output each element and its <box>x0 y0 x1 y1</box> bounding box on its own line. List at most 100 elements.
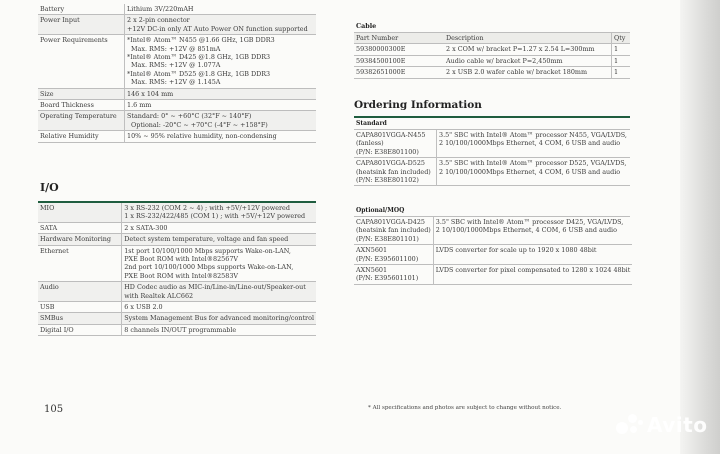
io-table: MIO 3 x RS-232 (COM 2 ~ 4) ; with +5V/+12… <box>38 203 316 336</box>
spec-row: Operating Temperature Standard: 0° ~ +60°… <box>38 110 316 131</box>
io-value: System Management Bus for advanced monit… <box>121 312 316 325</box>
order-model-line: AXN5601 <box>356 266 388 275</box>
io-value: 1st port 10/100/1000 Mbps supports Wake-… <box>122 245 316 282</box>
io-table-grid: MIO 3 x RS-232 (COM 2 ~ 4) ; with +5V/+12… <box>38 203 316 336</box>
cable-block: Cable Part Number Description Qty 593800… <box>354 20 630 79</box>
cable-description: 2 x USB 2.0 wafer cable w/ bracket 180mm <box>446 68 588 77</box>
io-value-line: 8 channels IN/OUT programmable <box>124 325 237 334</box>
cable-description: 2 x COM w/ bracket P=1.27 x 2.54 L=300mm <box>446 45 595 54</box>
spec-label: Power Input <box>38 14 125 35</box>
order-model-line: (heatsink fan included) <box>356 226 431 235</box>
order-description-line: 3.5" SBC with Intel® Atom™ processor N45… <box>439 131 627 139</box>
io-row: SMBus System Management Bus for advanced … <box>38 312 316 325</box>
order-model: CAPA801VGGA-D525 (heatsink fan included)(… <box>354 157 437 186</box>
order-model: CAPA801VGGA-D425 (heatsink fan included)(… <box>354 217 434 245</box>
cable-header-row: Part Number Description Qty <box>354 33 630 44</box>
order-description: LVDS converter for scale up to 1920 x 10… <box>433 245 632 265</box>
spec-value-line: Max. RMS: +12V @ 1.145A <box>131 78 221 87</box>
order-description-line: 2 10/100/1000Mbps Ethernet, 4 COM, 6 USB… <box>439 139 621 148</box>
cable-description: Audio cable w/ bracket P=2,450mm <box>446 56 563 65</box>
io-value-line: HD Codec audio as MIC-in/Line-in/Line-ou… <box>124 283 306 292</box>
io-value-line: PXE Boot ROM with Intel®82583V <box>124 271 238 280</box>
io-value: 8 channels IN/OUT programmable <box>122 324 316 335</box>
order-model-line: (P/N: E395601100) <box>356 254 419 263</box>
io-value: 6 x USB 2.0 <box>122 302 316 313</box>
spec-row: Board Thickness 1.6 mm <box>38 99 317 111</box>
order-model-line: (heatsink fan included) <box>356 167 431 176</box>
spec-value-line: Lithium 3V/220mAH <box>127 5 194 13</box>
order-description-line: 3.5" SBC with Intel® Atom™ processor D52… <box>439 159 627 168</box>
spec-value: *Intel® Atom™ N455 @1.66 GHz, 1GB DDR3 Ma… <box>125 35 317 88</box>
cable-qty: 1 <box>611 43 630 56</box>
io-row: Audio HD Codec audio as MIC-in/Line-in/Li… <box>38 281 316 302</box>
io-label: Ethernet <box>38 245 123 282</box>
spec-value-line: 2 x 2-pin connector <box>127 16 190 25</box>
order-row: CAPA801VGGA-N455 (fanless) (P/N: E38E80110… <box>354 130 630 158</box>
watermark-dots-icon <box>614 410 644 440</box>
spec-value: 146 x 104 mm <box>124 88 316 100</box>
cable-qty: 1 <box>611 55 630 67</box>
io-value-line: 2 x SATA-300 <box>124 223 168 232</box>
spec-value: 10% ~ 95% relative humidity, non-condens… <box>125 131 317 142</box>
order-model-line: (P/N: E38E801101) <box>356 234 419 243</box>
spec-table-grid: Battery Lithium 3V/220mAH Power Input 2 x 2… <box>38 4 316 143</box>
spec-value: 1.6 mm <box>125 100 317 111</box>
io-value-line: 1 x RS-232/422/485 (COM 1) ; with +5V/+1… <box>124 212 306 221</box>
order-model-line: (P/N: E38E801100) <box>356 147 419 156</box>
io-value: Detect system temperature, voltage and f… <box>121 233 316 246</box>
order-row: CAPA801VGGA-D425 (heatsink fan included)(… <box>354 217 633 245</box>
io-value-line: Detect system temperature, voltage and f… <box>124 235 289 244</box>
ordering-title: Ordering Information <box>354 99 482 111</box>
io-section-title: I/O <box>40 181 59 194</box>
io-label: MIO <box>38 203 123 223</box>
spec-value-line: Max. RMS: +12V @ 851mA <box>131 44 221 53</box>
cable-table: Part Number Description Qty 59380000300E… <box>354 33 630 79</box>
page-shadow <box>680 0 720 454</box>
order-description-line: 3.5" SBC with Intel® Atom™ processor D42… <box>435 218 624 226</box>
order-model-line: CAPA801VGGA-D425 <box>356 218 425 226</box>
io-label: USB <box>38 301 123 313</box>
spec-value: 2 x 2-pin connector +12V DC-in only AT Au… <box>124 14 316 35</box>
order-row: AXN5601 (P/N: E395601101) LVDS converter f… <box>354 264 633 285</box>
cable-header-description: Description <box>444 33 612 44</box>
io-row: MIO 3 x RS-232 (COM 2 ~ 4) ; with +5V/+12… <box>38 203 316 223</box>
order-description-line: 2 10/100/1000Mbps Ethernet, 4 COM, 6 USB… <box>439 167 621 176</box>
spec-row: Relative Humidity 10% ~ 95% relative humi… <box>38 130 317 143</box>
cable-header-part-number: Part Number <box>354 33 444 44</box>
io-value: HD Codec audio as MIC-in/Line-in/Line-ou… <box>121 281 316 302</box>
order-model-line: AXN5601 <box>356 246 388 255</box>
io-row: SATA 2 x SATA-300 <box>38 222 316 234</box>
io-row: Digital I/O 8 channels IN/OUT programmabl… <box>38 324 316 336</box>
cable-part-number: 59380000300E <box>356 45 406 54</box>
spec-row: Size 146 x 104 mm <box>38 88 316 100</box>
cable-part-number: 59382651000E <box>356 68 406 77</box>
io-value-line: System Management Bus for advanced monit… <box>124 314 314 323</box>
spec-value-line: 10% ~ 95% relative humidity, non-condens… <box>127 132 277 141</box>
spec-label: Battery <box>38 4 125 15</box>
cable-row: 59382651000E 2 x USB 2.0 wafer cable w/ b… <box>354 66 630 79</box>
order-description-line: LVDS converter for pixel compensated to … <box>435 266 631 275</box>
io-value-line: 1st port 10/100/1000 Mbps supports Wake-… <box>124 246 291 255</box>
io-row: Hardware Monitoring Detect system tempera… <box>38 233 316 246</box>
io-row: USB 6 x USB 2.0 <box>38 301 316 313</box>
order-model: AXN5601 (P/N: E395601101) <box>354 264 434 285</box>
spec-value-line: *Intel® Atom™ N455 @1.66 GHz, 1GB DDR3 <box>127 36 275 45</box>
io-label: SATA <box>38 222 123 234</box>
cable-header-qty: Qty <box>611 33 630 44</box>
spec-row: Power Requirements *Intel® Atom™ N455 @1.… <box>38 34 317 89</box>
order-description: 3.5" SBC with Intel® Atom™ processor N45… <box>437 130 631 158</box>
order-description: 3.5" SBC with Intel® Atom™ processor D52… <box>437 158 631 186</box>
order-description-line: 2 10/100/1000Mbps Ethernet, 4 COM, 6 USB… <box>435 226 617 235</box>
ordering-optional: Optional/MOQ CAPA801VGGA-D425 (heatsink f… <box>354 205 633 285</box>
order-description: 3.5" SBC with Intel® Atom™ processor D42… <box>433 217 632 245</box>
spec-label: Operating Temperature <box>38 110 125 131</box>
spec-label: Relative Humidity <box>38 130 125 143</box>
spec-value: Lithium 3V/220mAH <box>125 4 317 15</box>
order-description-line: LVDS converter for scale up to 1920 x 10… <box>435 246 597 255</box>
spec-row: Power Input 2 x 2-pin connector +12V DC-in… <box>38 14 316 35</box>
order-model-line: (fanless) <box>356 139 384 148</box>
optional-table: CAPA801VGGA-D425 (heatsink fan included)(… <box>354 217 633 285</box>
spec-value-line: 1.6 mm <box>127 101 152 110</box>
io-row: Ethernet 1st port 10/100/1000 Mbps suppor… <box>38 245 316 282</box>
io-value-line: 3 x RS-232 (COM 2 ~ 4) ; with +5V/+12V p… <box>124 204 290 212</box>
